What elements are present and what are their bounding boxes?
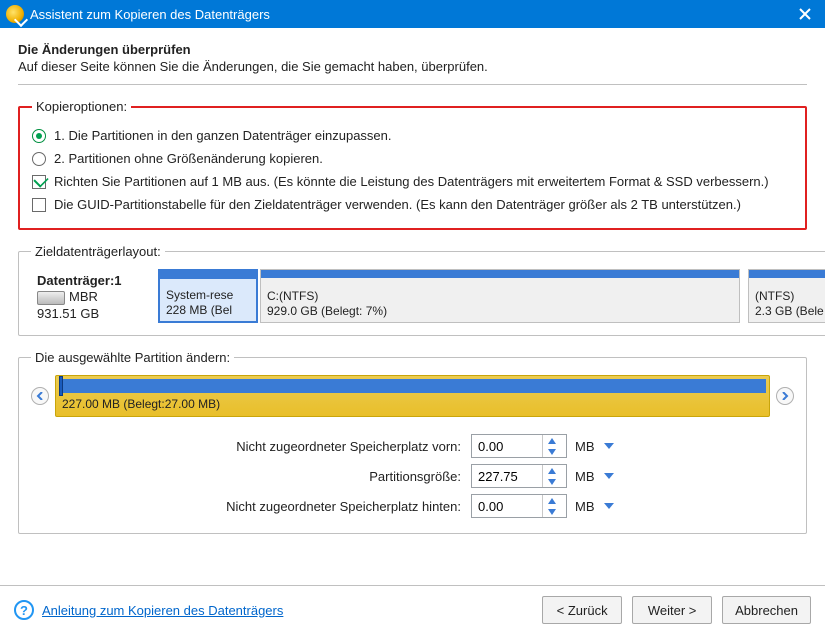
disk-name: Datenträger:1: [37, 273, 150, 289]
unit-label: MB: [567, 469, 595, 484]
copy-options-group: Kopieroptionen: 1. Die Partitionen in de…: [18, 99, 807, 230]
partition-size-bar[interactable]: 227.00 MB (Belegt:27.00 MB): [55, 375, 770, 417]
unalloc-before-label: Nicht zugeordneter Speicherplatz vorn:: [31, 439, 471, 454]
partition-c[interactable]: C:(NTFS) 929.0 GB (Belegt: 7%): [260, 269, 740, 323]
spinner-up[interactable]: [543, 435, 560, 446]
option-use-gpt[interactable]: Die GUID-Partitionstabelle für den Zield…: [32, 193, 793, 216]
footer: ? Anleitung zum Kopieren des Datenträger…: [0, 585, 825, 634]
triangle-down-icon: [604, 443, 614, 449]
triangle-up-icon: [548, 468, 556, 474]
partition-editor-group: Die ausgewählte Partition ändern: 227.00…: [18, 350, 807, 534]
partition-ntfs-extra[interactable]: (NTFS) 2.3 GB (Bele: [748, 269, 825, 323]
shift-left-button[interactable]: [31, 387, 49, 405]
partition-system-reserved[interactable]: System-rese 228 MB (Bel: [158, 269, 258, 323]
partition-size-field[interactable]: [472, 465, 542, 487]
page-title: Die Änderungen überprüfen: [18, 42, 807, 57]
triangle-down-icon: [548, 449, 556, 455]
radio-icon: [32, 152, 46, 166]
unit-dropdown[interactable]: [601, 468, 617, 484]
partition-size-input[interactable]: [471, 464, 567, 488]
partition-label: System-rese: [166, 288, 250, 303]
unit-dropdown[interactable]: [601, 498, 617, 514]
option-fit-partitions[interactable]: 1. Die Partitionen in den ganzen Datentr…: [32, 124, 793, 147]
close-button[interactable]: [785, 0, 825, 28]
shift-right-button[interactable]: [776, 387, 794, 405]
triangle-down-icon: [548, 479, 556, 485]
divider: [18, 84, 807, 85]
partition-label: (NTFS): [755, 289, 825, 304]
partition-editor-legend: Die ausgewählte Partition ändern:: [31, 350, 234, 365]
spinner-down[interactable]: [543, 506, 560, 517]
partition-fill: [59, 379, 766, 393]
option-align-1mb[interactable]: Richten Sie Partitionen auf 1 MB aus. (E…: [32, 170, 793, 193]
window-title: Assistent zum Kopieren des Datenträgers: [30, 7, 270, 22]
option-label: Richten Sie Partitionen auf 1 MB aus. (E…: [54, 174, 769, 189]
disk-size: 931.51 GB: [37, 306, 150, 322]
partition-size: 228 MB (Bel: [166, 303, 250, 318]
partition-gap: [742, 269, 746, 323]
partition-label: C:(NTFS): [267, 289, 733, 304]
unalloc-before-field[interactable]: [472, 435, 542, 457]
help-icon: ?: [14, 600, 34, 620]
unit-dropdown[interactable]: [601, 438, 617, 454]
help-link-area: ? Anleitung zum Kopieren des Datenträger…: [14, 600, 283, 620]
unit-label: MB: [567, 439, 595, 454]
spinner-up[interactable]: [543, 495, 560, 506]
close-icon: [799, 8, 811, 20]
unit-label: MB: [567, 499, 595, 514]
unalloc-after-input[interactable]: [471, 494, 567, 518]
chevron-left-icon: [36, 392, 44, 400]
triangle-down-icon: [604, 503, 614, 509]
wizard-window: Assistent zum Kopieren des Datenträgers …: [0, 0, 825, 634]
disk-info: Datenträger:1 MBR 931.51 GB: [31, 269, 156, 323]
radio-icon: [32, 129, 46, 143]
spinner-up[interactable]: [543, 465, 560, 476]
option-label: 2. Partitionen ohne Größenänderung kopie…: [54, 151, 323, 166]
spinner-down[interactable]: [543, 446, 560, 457]
checkbox-icon: [32, 198, 46, 212]
unalloc-after-label: Nicht zugeordneter Speicherplatz hinten:: [31, 499, 471, 514]
option-label: Die GUID-Partitionstabelle für den Zield…: [54, 197, 741, 212]
help-link[interactable]: Anleitung zum Kopieren des Datenträgers: [42, 603, 283, 618]
partition-bar-label: 227.00 MB (Belegt:27.00 MB): [56, 393, 769, 413]
unalloc-after-field[interactable]: [472, 495, 542, 517]
cancel-button[interactable]: Abbrechen: [722, 596, 811, 624]
triangle-down-icon: [548, 509, 556, 515]
disk-type: MBR: [69, 289, 98, 304]
chevron-right-icon: [781, 392, 789, 400]
triangle-down-icon: [604, 473, 614, 479]
app-icon: [6, 5, 24, 23]
page-subtitle: Auf dieser Seite können Sie die Änderung…: [18, 59, 807, 74]
triangle-up-icon: [548, 498, 556, 504]
checkbox-icon: [32, 175, 46, 189]
partition-size: 2.3 GB (Bele: [755, 304, 825, 319]
back-button[interactable]: < Zurück: [542, 596, 622, 624]
disk-icon: [37, 291, 65, 305]
next-button[interactable]: Weiter >: [632, 596, 712, 624]
partition-size: 929.0 GB (Belegt: 7%): [267, 304, 733, 319]
triangle-up-icon: [548, 438, 556, 444]
target-layout-legend: Zieldatenträgerlayout:: [31, 244, 165, 259]
titlebar: Assistent zum Kopieren des Datenträgers: [0, 0, 825, 28]
copy-options-legend: Kopieroptionen:: [32, 99, 131, 114]
partition-size-label: Partitionsgröße:: [31, 469, 471, 484]
spinner-down[interactable]: [543, 476, 560, 487]
target-layout-group: Zieldatenträgerlayout: Datenträger:1 MBR…: [18, 244, 825, 336]
unalloc-before-input[interactable]: [471, 434, 567, 458]
option-label: 1. Die Partitionen in den ganzen Datentr…: [54, 128, 392, 143]
resize-grip-icon[interactable]: [59, 376, 63, 396]
option-copy-no-resize[interactable]: 2. Partitionen ohne Größenänderung kopie…: [32, 147, 793, 170]
